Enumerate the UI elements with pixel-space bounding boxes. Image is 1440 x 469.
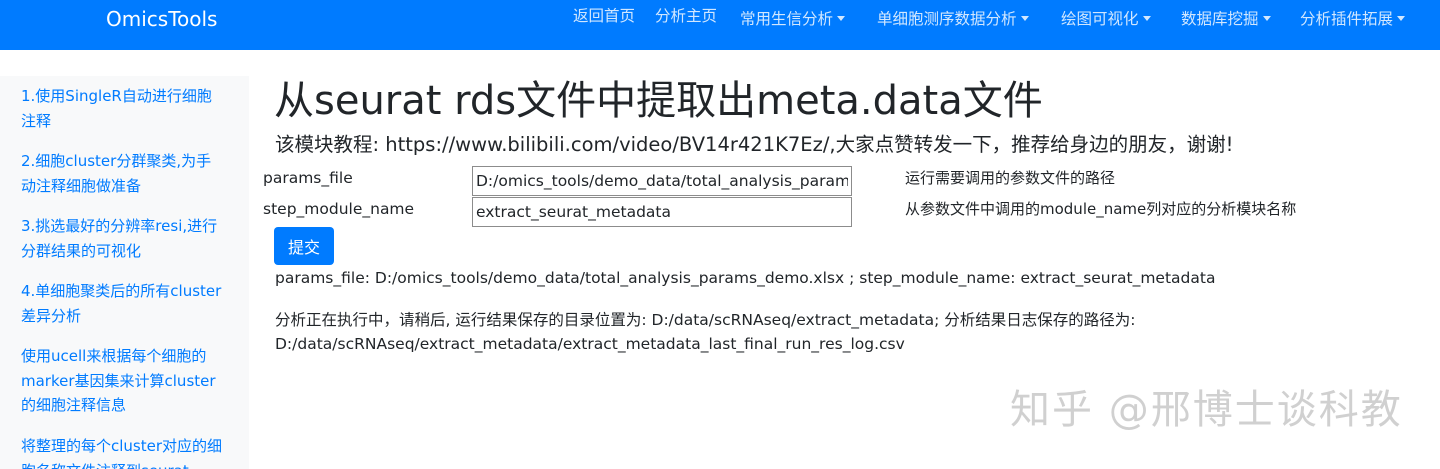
top-navbar: OmicsTools 返回首页 分析主页 常用生信分析 单细胞测序数据分析 绘图… — [0, 0, 1440, 50]
nav-home[interactable]: 返回首页 — [573, 6, 635, 26]
chevron-down-icon — [1397, 16, 1406, 21]
result-summary: params_file: D:/omics_tools/demo_data/to… — [275, 269, 1216, 287]
sidebar-item-resolution[interactable]: 3.挑选最好的分辨率resi,进行分群结果的可视化 — [21, 214, 226, 263]
tutorial-text: 该模块教程: https://www.bilibili.com/video/BV… — [275, 133, 1234, 156]
step-module-name-description: 从参数文件中调用的module_name列对应的分析模块名称 — [905, 200, 1297, 218]
params-file-label: params_file — [263, 169, 353, 187]
nav-analysis-home-label: 分析主页 — [655, 7, 718, 25]
sidebar-item-ucell[interactable]: 使用ucell来根据每个细胞的marker基因集来计算cluster的细胞注释信… — [21, 344, 226, 418]
nav-plugins-dropdown[interactable]: 分析插件拓展 — [1300, 9, 1406, 29]
params-file-description: 运行需要调用的参数文件的路径 — [905, 169, 1116, 187]
nav-analysis-home[interactable]: 分析主页 — [655, 6, 717, 26]
sidebar-item-annotate-seurat[interactable]: 将整理的每个cluster对应的细胞名称文件注释到seurat — [21, 434, 226, 469]
submit-button[interactable]: 提交 — [274, 227, 334, 265]
nav-single-cell-dropdown[interactable]: 单细胞测序数据分析 — [877, 9, 1029, 29]
status-message: 分析正在执行中，请稍后, 运行结果保存的目录位置为: D:/data/scRNA… — [275, 311, 1136, 329]
nav-plugins-label: 分析插件拓展 — [1300, 10, 1394, 28]
sidebar-item-singler[interactable]: 1.使用SingleR自动进行细胞注释 — [21, 84, 226, 133]
nav-home-label: 返回首页 — [573, 7, 636, 25]
nav-single-cell-label: 单细胞测序数据分析 — [877, 10, 1017, 28]
nav-database-label: 数据库挖掘 — [1181, 10, 1259, 28]
sidebar-item-cluster[interactable]: 2.细胞cluster分群聚类,为手动注释细胞做准备 — [21, 149, 226, 198]
watermark: 知乎 @邢博士谈科教 — [1010, 387, 1403, 433]
chevron-down-icon — [1020, 16, 1029, 21]
nav-plotting-label: 绘图可视化 — [1061, 10, 1139, 28]
chevron-down-icon — [837, 16, 846, 21]
sidebar: 1.使用SingleR自动进行细胞注释 2.细胞cluster分群聚类,为手动注… — [0, 76, 249, 469]
step-module-name-label: step_module_name — [263, 200, 415, 218]
params-file-input[interactable] — [472, 166, 852, 196]
page-title: 从seurat rds文件中提取出meta.data文件 — [274, 78, 1043, 124]
log-path: D:/data/scRNAseq/extract_metadata/extrac… — [275, 335, 905, 353]
nav-plotting-dropdown[interactable]: 绘图可视化 — [1061, 9, 1151, 29]
nav-database-dropdown[interactable]: 数据库挖掘 — [1181, 9, 1271, 29]
sidebar-item-diff-analysis[interactable]: 4.单细胞聚类后的所有cluster差异分析 — [21, 279, 226, 328]
chevron-down-icon — [1142, 16, 1151, 21]
chevron-down-icon — [1262, 16, 1271, 21]
brand-logo[interactable]: OmicsTools — [106, 6, 217, 32]
nav-common-bioinfo-label: 常用生信分析 — [740, 10, 834, 28]
step-module-name-input[interactable] — [472, 197, 852, 227]
nav-common-bioinfo-dropdown[interactable]: 常用生信分析 — [740, 9, 846, 29]
